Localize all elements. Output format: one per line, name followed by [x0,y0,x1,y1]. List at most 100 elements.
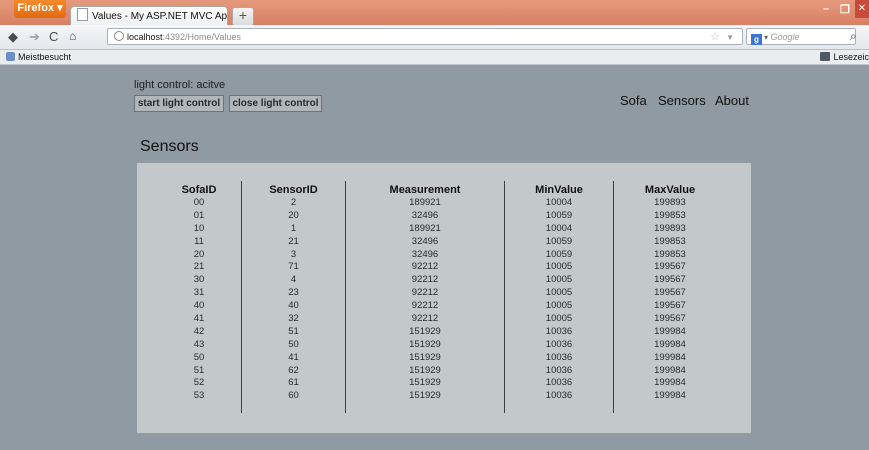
table-cell: 189921 [409,197,441,208]
table-cell: 10036 [545,390,573,402]
table-cell: 51 [193,364,205,376]
bookmark-star-icon[interactable]: ☆ [710,29,720,46]
column-sofaid: SofaID 00 01 10 11 20 21 30 31 40 41 42 43 50 51 52 53 [157,183,241,413]
table-cell: 32 [288,313,299,325]
close-window-icon[interactable]: ✕ [855,0,869,18]
sensors-table: SofaID 00 01 10 11 20 21 30 31 40 41 42 43 50 51 52 53 … [137,163,751,433]
table-cell: 62 [288,364,299,376]
header-measurement: Measurement [389,184,461,196]
url-input[interactable]: localhost:4392/Home/Values ☆ ▼ [107,28,743,45]
table-cell: 199567 [654,274,686,286]
start-light-control-button[interactable]: start light control [134,95,224,112]
table-cell: 151929 [409,364,441,376]
table-cell: 199567 [654,287,686,299]
url-host: localhost [127,32,163,42]
tab-values[interactable]: Values - My ASP.NET MVC Application [70,6,228,26]
search-icon[interactable]: ⌕ [850,29,857,44]
table-cell: 21 [288,235,299,247]
minimize-icon[interactable]: – [823,3,829,15]
table-cell: 189921 [409,222,441,234]
header-sofaid: SofaID [181,184,217,196]
url-history-dropdown-icon[interactable]: ▼ [726,29,734,46]
bookmarks-icon [820,52,831,61]
table-cell: 199984 [654,364,686,376]
table-cell: 10036 [545,325,573,337]
table-cell: 92212 [411,287,439,299]
table-cell: 50 [288,338,299,350]
bookmarks-label: Lesezeic [833,52,869,62]
table-cell: 151929 [409,325,441,337]
table-cell: 32496 [411,235,439,247]
table-cell: 199984 [654,390,686,402]
nav-sensors-link[interactable]: Sensors [658,93,706,108]
table-cell: 42 [193,325,205,337]
search-engine-icon[interactable]: g [751,34,762,45]
page-content: light control: acitve start light contro… [0,65,869,450]
table-cell: 23 [288,287,299,299]
reload-icon[interactable]: C [49,29,58,44]
forward-icon[interactable]: ➔ [29,29,40,45]
bookmark-most-visited[interactable]: Meistbesucht [6,50,71,64]
table-cell: 11 [194,235,204,247]
table-cell: 92212 [411,274,439,286]
header-sensorid: SensorID [269,184,318,196]
table-cell: 53 [193,390,205,402]
table-cell: 92212 [411,313,439,325]
table-cell: 10036 [545,338,573,350]
page-favicon-icon [77,8,88,21]
new-tab-button[interactable]: + [232,7,254,26]
table-cell: 60 [288,390,299,402]
firefox-menu-button[interactable]: Firefox ▾ [14,0,66,18]
table-cell: 199893 [654,222,686,234]
table-cell: 10004 [545,222,573,234]
tab-title: Values - My ASP.NET MVC Application [92,11,228,22]
site-identity-icon[interactable] [114,31,124,41]
close-light-control-button[interactable]: close light control [229,95,322,112]
table-cell: 10004 [545,197,573,208]
back-icon[interactable]: ◆ [8,29,18,45]
table-cell: 52 [193,377,205,389]
table-cell: 10036 [545,351,573,363]
table-cell: 10059 [545,248,573,260]
table-cell: 40 [288,300,299,312]
browser-navbar: ◆ ➔ C ⌂ localhost:4392/Home/Values ☆ ▼ g… [0,25,869,50]
table-cell: 92212 [411,261,439,273]
table-cell: 92212 [411,300,439,312]
bookmarks-menu[interactable]: Lesezeic [820,50,869,64]
search-placeholder: Google [770,32,800,42]
restore-icon[interactable]: ❐ [840,3,850,16]
table-cell: 151929 [409,351,441,363]
table-cell: 10005 [545,313,573,325]
table-cell: 199567 [654,261,686,273]
header-maxvalue: MaxValue [644,184,696,196]
table-cell: 10005 [545,261,573,273]
most-visited-label: Meistbesucht [18,52,72,62]
bookmarks-toolbar: Meistbesucht Lesezeic [0,50,869,65]
table-cell: 199567 [654,300,686,312]
table-cell: 10036 [545,364,573,376]
table-cell: 20 [288,209,299,221]
table-cell: 43 [193,338,205,350]
home-icon[interactable]: ⌂ [69,29,76,43]
table-cell: 4 [290,274,297,286]
table-cell: 1 [290,222,297,234]
url-path: :4392/Home/Values [162,32,241,42]
table-cell: 10059 [545,235,573,247]
table-cell: 40 [193,300,205,312]
table-cell: 10005 [545,274,573,286]
search-input[interactable]: g ▾ Google [746,28,856,45]
table-cell: 199893 [654,197,686,208]
table-cell: 71 [288,261,299,273]
most-visited-icon [6,52,15,61]
table-cell: 31 [193,287,205,299]
nav-about-link[interactable]: About [715,93,749,108]
firefox-menu-label: Firefox [17,2,55,14]
table-cell: 41 [288,351,299,363]
table-cell: 199853 [654,209,686,221]
table-cell: 199984 [654,338,686,350]
table-cell: 2 [290,197,297,208]
page-title: Sensors [140,138,199,155]
table-cell: 151929 [409,390,441,402]
nav-sofa-link[interactable]: Sofa [620,93,647,108]
table-cell: 32496 [411,248,439,260]
